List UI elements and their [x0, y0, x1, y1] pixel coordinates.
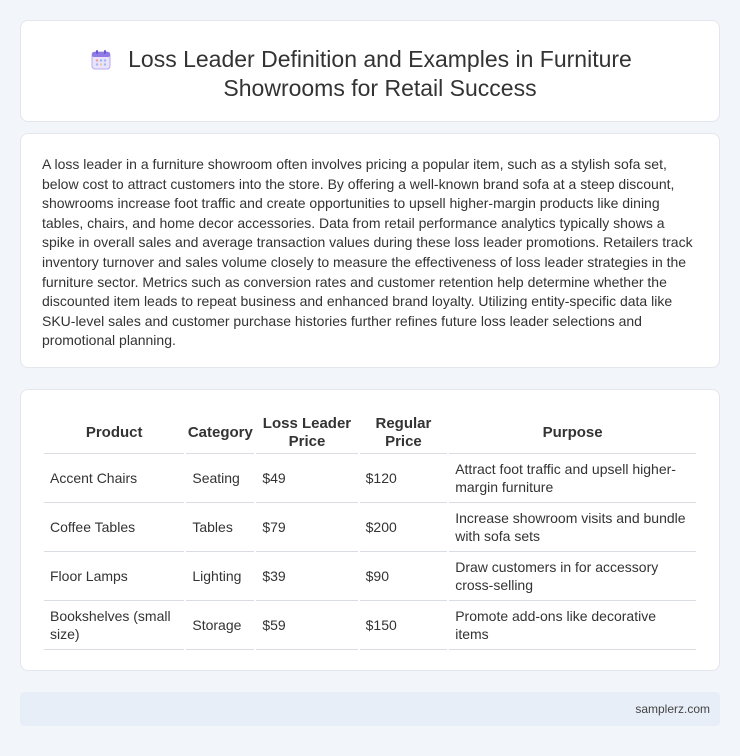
cell-purpose: Promote add-ons like decorative items — [449, 601, 696, 650]
table-card: Product Category Loss Leader Price Regul… — [20, 389, 720, 671]
header-category: Category — [186, 412, 255, 454]
cell-loss-leader-price: $59 — [256, 601, 358, 650]
cell-loss-leader-price: $39 — [256, 552, 358, 601]
footer-site-link[interactable]: samplerz.com — [635, 702, 710, 716]
cell-loss-leader-price: $49 — [256, 454, 358, 503]
cell-product: Bookshelves (small size) — [44, 601, 185, 650]
cell-category: Tables — [186, 503, 255, 552]
table-row: Coffee Tables Tables $79 $200 Increase s… — [44, 503, 696, 552]
cell-regular-price: $150 — [359, 601, 448, 650]
cell-product: Accent Chairs — [44, 454, 185, 503]
table-row: Floor Lamps Lighting $39 $90 Draw custom… — [44, 552, 696, 601]
cell-category: Storage — [186, 601, 255, 650]
products-table: Product Category Loss Leader Price Regul… — [42, 412, 698, 650]
cell-category: Lighting — [186, 552, 255, 601]
footer: samplerz.com — [20, 692, 720, 726]
cell-purpose: Attract foot traffic and upsell higher-m… — [449, 454, 696, 503]
cell-category: Seating — [186, 454, 255, 503]
header-loss-leader-price: Loss Leader Price — [256, 412, 358, 454]
cell-product: Coffee Tables — [44, 503, 185, 552]
title-card: Loss Leader Definition and Examples in F… — [20, 20, 720, 122]
header-purpose: Purpose — [449, 412, 696, 454]
intro-card: A loss leader in a furniture showroom of… — [20, 133, 720, 368]
header-regular-price: Regular Price — [359, 412, 448, 454]
table-row: Accent Chairs Seating $49 $120 Attract f… — [44, 454, 696, 503]
table-header-row: Product Category Loss Leader Price Regul… — [44, 412, 696, 454]
intro-paragraph: A loss leader in a furniture showroom of… — [42, 156, 693, 349]
table-row: Bookshelves (small size) Storage $59 $15… — [44, 601, 696, 650]
cell-loss-leader-price: $79 — [256, 503, 358, 552]
page-title: Loss Leader Definition and Examples in F… — [128, 46, 632, 101]
cell-purpose: Draw customers in for accessory cross-se… — [449, 552, 696, 601]
header-product: Product — [44, 412, 185, 454]
cell-regular-price: $120 — [359, 454, 448, 503]
cell-purpose: Increase showroom visits and bundle with… — [449, 503, 696, 552]
cell-product: Floor Lamps — [44, 552, 185, 601]
cell-regular-price: $200 — [359, 503, 448, 552]
cell-regular-price: $90 — [359, 552, 448, 601]
